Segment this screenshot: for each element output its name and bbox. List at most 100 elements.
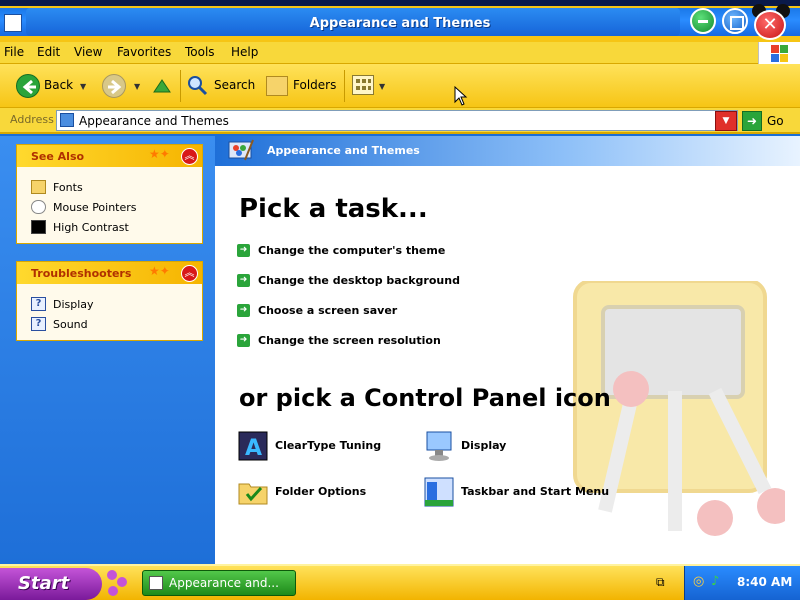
menu-tools[interactable]: Tools: [185, 45, 215, 59]
views-dropdown-icon[interactable]: ▼: [379, 82, 385, 91]
mouse-icon: [31, 200, 46, 214]
folders-button[interactable]: Folders: [293, 78, 336, 92]
start-label[interactable]: Start: [18, 573, 69, 594]
search-button[interactable]: Search: [214, 78, 255, 92]
back-arrow-icon: [22, 79, 36, 95]
address-value[interactable]: Appearance and Themes: [79, 114, 229, 128]
appearance-themes-icon: [228, 139, 254, 161]
pick-icon-heading: or pick a Control Panel icon: [239, 384, 611, 412]
task-change-theme[interactable]: ➜ Change the computer's theme: [237, 243, 537, 261]
menu-help[interactable]: Help: [231, 45, 258, 59]
menu-edit[interactable]: Edit: [37, 45, 60, 59]
icon-label[interactable]: Folder Options: [275, 485, 366, 498]
main-content: Appearance and Themes Pick a task... ➜ C…: [215, 136, 800, 564]
taskbar-window-button[interactable]: Appearance and...: [142, 570, 296, 596]
see-also-fonts[interactable]: Fonts: [31, 179, 201, 197]
maximize-button[interactable]: [722, 8, 748, 34]
address-field[interactable]: Appearance and Themes: [56, 110, 738, 131]
back-dropdown-icon[interactable]: ▼: [80, 82, 86, 91]
task-label[interactable]: Change the desktop background: [258, 274, 460, 287]
tray-clipboard-icon[interactable]: ⧉: [656, 575, 665, 590]
troubleshooter-sound[interactable]: ? Sound: [31, 316, 201, 334]
category-title: Appearance and Themes: [267, 144, 420, 157]
address-bar: Address Appearance and Themes ▼ ➜ Go: [0, 108, 800, 134]
toolbar-separator: [180, 70, 181, 102]
folder-options-icon: [238, 483, 268, 505]
see-also-panel: See Also ★✦ ︽ Fonts Mouse Pointers High …: [16, 144, 203, 244]
mickey-ears-icon: [107, 570, 127, 596]
folder-options-item[interactable]: Folder Options: [237, 476, 427, 512]
taskbar-icon: [424, 477, 454, 507]
folders-icon[interactable]: [266, 76, 288, 96]
close-icon[interactable]: ✕: [754, 10, 786, 40]
up-folder-button[interactable]: [150, 74, 174, 98]
task-label[interactable]: Change the screen resolution: [258, 334, 441, 347]
cleartype-icon: A: [238, 431, 268, 461]
task-label[interactable]: Choose a screen saver: [258, 304, 397, 317]
folder-icon: [31, 180, 46, 194]
see-also-title: See Also: [31, 150, 85, 163]
troubleshooters-title: Troubleshooters: [31, 267, 132, 280]
green-arrow-icon: ➜: [237, 244, 250, 257]
contrast-icon: [31, 220, 46, 234]
troubleshooters-header[interactable]: Troubleshooters ★✦ ︽: [17, 262, 202, 284]
menu-bar: File Edit View Favorites Tools Help: [0, 42, 800, 64]
see-also-high-contrast[interactable]: High Contrast: [31, 219, 201, 237]
mouse-cursor-icon: [454, 86, 468, 106]
tray-network-icon[interactable]: ◎: [693, 574, 704, 589]
stars-icon: ★✦: [149, 264, 170, 278]
menu-view[interactable]: View: [74, 45, 102, 59]
title-bar[interactable]: Appearance and Themes ✕: [0, 0, 800, 42]
forward-button[interactable]: [102, 74, 126, 98]
see-also-header[interactable]: See Also ★✦ ︽: [17, 145, 202, 167]
search-icon[interactable]: [186, 74, 208, 96]
category-header: Appearance and Themes: [215, 136, 800, 166]
link-label[interactable]: Mouse Pointers: [53, 201, 137, 214]
address-dropdown-button[interactable]: ▼: [715, 111, 737, 131]
menu-file[interactable]: File: [4, 45, 24, 59]
windows-logo-icon: [758, 42, 800, 64]
task-label[interactable]: Change the computer's theme: [258, 244, 445, 257]
collapse-icon[interactable]: ︽: [181, 148, 198, 165]
link-label[interactable]: Fonts: [53, 181, 83, 194]
views-icon[interactable]: [352, 75, 374, 95]
icon-label[interactable]: Display: [461, 439, 506, 452]
back-label[interactable]: Back: [44, 78, 73, 92]
clock[interactable]: 8:40 AM: [737, 575, 792, 589]
forward-dropdown-icon[interactable]: ▼: [134, 82, 140, 91]
control-panel-icon: [149, 576, 163, 590]
see-also-mouse-pointers[interactable]: Mouse Pointers: [31, 199, 201, 217]
task-screen-resolution[interactable]: ➜ Change the screen resolution: [237, 333, 537, 351]
task-screen-saver[interactable]: ➜ Choose a screen saver: [237, 303, 537, 321]
taskbar-window-label[interactable]: Appearance and...: [169, 576, 279, 590]
link-label[interactable]: Display: [53, 298, 94, 311]
stars-icon: ★✦: [149, 147, 170, 161]
display-item[interactable]: Display: [423, 430, 613, 466]
taskbar-start-menu-item[interactable]: Taskbar and Start Menu: [423, 476, 613, 512]
task-change-background[interactable]: ➜ Change the desktop background: [237, 273, 537, 291]
start-button[interactable]: Start: [0, 568, 102, 600]
forward-arrow-icon: [108, 79, 122, 95]
back-button[interactable]: [16, 74, 40, 98]
tray-volume-icon[interactable]: ♪: [711, 574, 719, 589]
display-icon: [426, 431, 452, 461]
green-arrow-icon: ➜: [237, 334, 250, 347]
link-label[interactable]: High Contrast: [53, 221, 129, 234]
minimize-button[interactable]: [690, 8, 716, 34]
link-label[interactable]: Sound: [53, 318, 88, 331]
cleartype-tuning-item[interactable]: A ClearType Tuning: [237, 430, 427, 466]
icon-label[interactable]: ClearType Tuning: [275, 439, 381, 452]
troubleshooters-panel: Troubleshooters ★✦ ︽ ? Display ? Sound: [16, 261, 203, 341]
watermark-icon: [573, 281, 785, 536]
go-arrow-icon[interactable]: ➜: [742, 111, 762, 131]
control-panel-icon: [60, 113, 74, 127]
toolbar: Back ▼ ▼ Search Folders ▼: [0, 64, 800, 108]
icon-label[interactable]: Taskbar and Start Menu: [461, 485, 609, 498]
troubleshooter-display[interactable]: ? Display: [31, 296, 201, 314]
system-tray: ◎ ♪ 8:40 AM: [684, 566, 800, 600]
go-button[interactable]: Go: [767, 114, 784, 128]
menu-favorites[interactable]: Favorites: [117, 45, 171, 59]
up-arrow-icon: [153, 79, 171, 93]
collapse-icon[interactable]: ︽: [181, 265, 198, 282]
task-pane: See Also ★✦ ︽ Fonts Mouse Pointers High …: [0, 136, 215, 564]
